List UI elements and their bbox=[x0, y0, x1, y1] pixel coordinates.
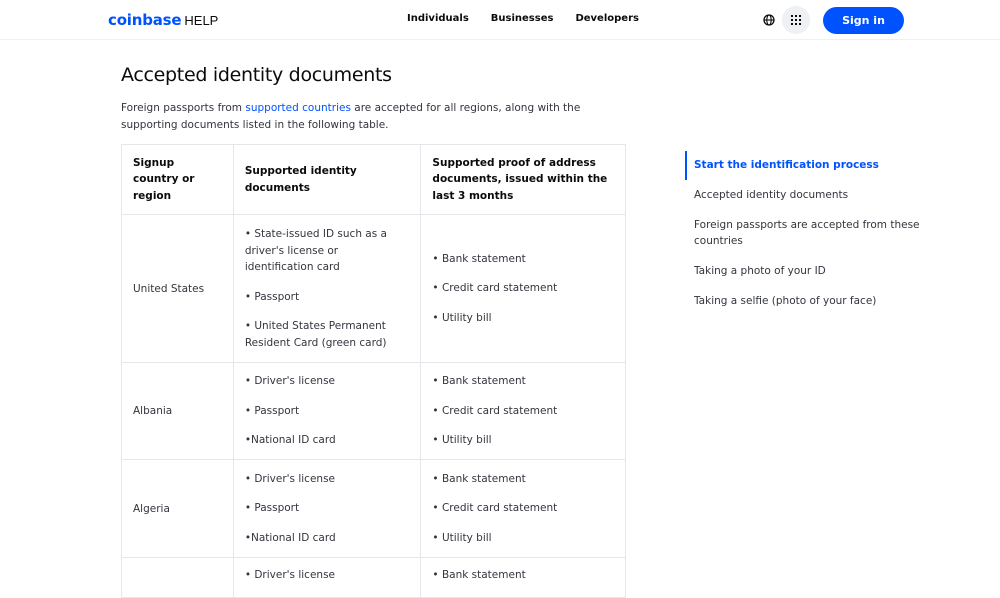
supported-countries-link[interactable]: supported countries bbox=[245, 102, 351, 114]
identity-cell: • State-issued ID such as a driver's lic… bbox=[232, 214, 422, 363]
list-item: • Bank statement bbox=[432, 472, 526, 485]
list-item: • Credit card statement bbox=[432, 404, 558, 417]
identity-cell: • Driver's license • Passport •National … bbox=[232, 362, 422, 460]
identity-cell: • Driver's license bbox=[232, 557, 422, 598]
table-header-row: Signup country or region Supported ident… bbox=[121, 144, 626, 215]
header-identity: Supported identity documents bbox=[232, 144, 422, 215]
page-title: Accepted identity documents bbox=[121, 64, 392, 86]
header-country: Signup country or region bbox=[121, 144, 234, 215]
globe-icon[interactable] bbox=[763, 14, 775, 26]
list-item: •National ID card bbox=[244, 434, 336, 447]
country-cell: United States bbox=[121, 214, 234, 363]
toc-photo-of-id[interactable]: Taking a photo of your ID bbox=[685, 263, 935, 279]
intro-paragraph: Foreign passports from supported countri… bbox=[121, 100, 591, 134]
list-item: • Passport bbox=[244, 290, 300, 303]
accepted-documents-table: Signup country or region Supported ident… bbox=[121, 144, 626, 598]
primary-nav: Individuals Businesses Developers bbox=[397, 13, 661, 24]
list-item: • Utility bill bbox=[432, 311, 492, 324]
header-address: Supported proof of address documents, is… bbox=[420, 144, 626, 215]
toc-start-identification[interactable]: Start the identification process bbox=[685, 151, 935, 180]
table-row: • Driver's license • Bank statement bbox=[121, 557, 626, 598]
address-cell: • Bank statement • Credit card statement… bbox=[420, 214, 626, 363]
list-item: • Bank statement bbox=[432, 569, 526, 581]
toc-selfie[interactable]: Taking a selfie (photo of your face) bbox=[685, 293, 935, 309]
address-cell: • Bank statement bbox=[420, 557, 626, 598]
table-row: Algeria • Driver's license • Passport •N… bbox=[121, 459, 626, 558]
list-item: • Driver's license bbox=[244, 472, 336, 485]
list-item: • Driver's license bbox=[244, 375, 336, 388]
list-item: • Credit card statement bbox=[432, 282, 558, 295]
toc-foreign-passports[interactable]: Foreign passports are accepted from thes… bbox=[685, 217, 935, 249]
list-item: • Credit card statement bbox=[432, 502, 558, 515]
apps-grid-icon bbox=[791, 15, 801, 25]
table-row: Albania • Driver's license • Passport •N… bbox=[121, 362, 626, 460]
logo-brand: coinbase bbox=[108, 11, 182, 29]
list-item: • Bank statement bbox=[432, 252, 526, 265]
country-cell: Algeria bbox=[121, 459, 234, 558]
country-cell: Albania bbox=[121, 362, 234, 460]
intro-text-start: Foreign passports from bbox=[121, 102, 246, 114]
list-item: • Bank statement bbox=[432, 375, 526, 388]
logo-suffix: HELP bbox=[184, 13, 219, 28]
nav-individuals[interactable]: Individuals bbox=[407, 13, 469, 24]
address-cell: • Bank statement • Credit card statement… bbox=[420, 459, 626, 558]
list-item: • State-issued ID such as a driver's lic… bbox=[244, 228, 387, 273]
identity-cell: • Driver's license • Passport •National … bbox=[232, 459, 422, 558]
table-row: United States • State-issued ID such as … bbox=[121, 214, 626, 363]
country-cell bbox=[121, 557, 234, 598]
toc-accepted-documents[interactable]: Accepted identity documents bbox=[685, 187, 935, 203]
list-item: • Passport bbox=[244, 404, 300, 417]
site-header: coinbase HELP Individuals Businesses Dev… bbox=[0, 0, 1000, 40]
list-item: •National ID card bbox=[244, 531, 336, 544]
nav-developers[interactable]: Developers bbox=[575, 13, 639, 24]
table-of-contents: Start the identification process Accepte… bbox=[685, 151, 935, 309]
list-item: • Passport bbox=[244, 502, 300, 515]
address-cell: • Bank statement • Credit card statement… bbox=[420, 362, 626, 460]
nav-businesses[interactable]: Businesses bbox=[491, 13, 554, 24]
list-item: • Utility bill bbox=[432, 434, 492, 447]
coinbase-help-logo[interactable]: coinbase HELP bbox=[108, 11, 218, 31]
sign-in-button[interactable]: Sign in bbox=[823, 7, 904, 34]
list-item: • United States Permanent Resident Card … bbox=[244, 320, 387, 349]
list-item: • Driver's license bbox=[244, 569, 336, 581]
list-item: • Utility bill bbox=[432, 531, 492, 544]
apps-menu-button[interactable] bbox=[782, 6, 810, 34]
